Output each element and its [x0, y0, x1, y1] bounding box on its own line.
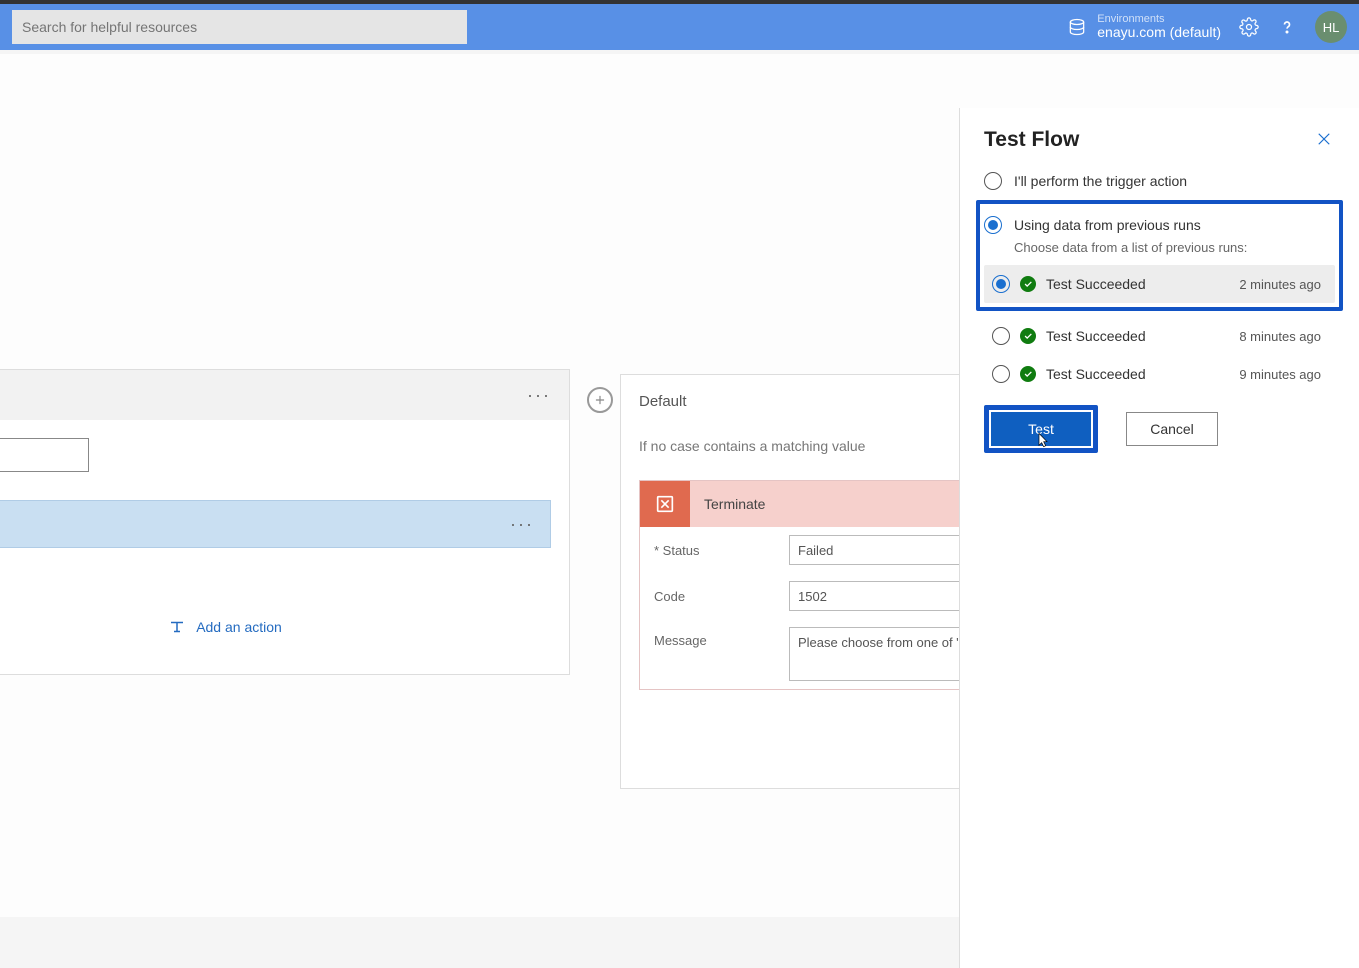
case-value-input[interactable] [0, 438, 89, 472]
avatar-initials: HL [1323, 20, 1340, 35]
message-label: Message [654, 627, 779, 648]
run-row-2[interactable]: Test Succeeded 9 minutes ago [984, 355, 1335, 393]
user-avatar[interactable]: HL [1315, 11, 1347, 43]
action-more-icon[interactable]: ··· [510, 514, 534, 535]
environment-icon [1067, 17, 1087, 37]
run-label: Test Succeeded [1046, 276, 1229, 292]
success-icon [1020, 328, 1036, 344]
option-manual-label: I'll perform the trigger action [1014, 173, 1187, 189]
radio-icon [984, 216, 1002, 234]
status-label: * Status [654, 543, 779, 558]
run-label: Test Succeeded [1046, 366, 1229, 382]
settings-icon[interactable] [1239, 17, 1259, 37]
add-action-icon [168, 618, 186, 636]
add-action-button[interactable]: Add an action [0, 618, 551, 656]
run-time: 2 minutes ago [1239, 277, 1329, 292]
radio-icon [992, 275, 1010, 293]
header-right: Environments enayu.com (default) HL [1067, 11, 1347, 43]
switch-card-body: e a card ··· Add an action [0, 420, 569, 674]
run-time: 9 minutes ago [1239, 367, 1329, 382]
switch-case-card: ··· e a card ··· Add an action [0, 369, 570, 675]
help-icon[interactable] [1277, 17, 1297, 37]
test-flow-panel: Test Flow I'll perform the trigger actio… [959, 108, 1359, 968]
environment-picker[interactable]: Environments enayu.com (default) [1067, 13, 1221, 40]
run-row-0[interactable]: Test Succeeded 2 minutes ago [984, 265, 1335, 303]
option-manual-trigger[interactable]: I'll perform the trigger action [984, 166, 1335, 196]
cancel-button[interactable]: Cancel [1126, 412, 1218, 446]
app-header: Environments enayu.com (default) HL [0, 0, 1359, 50]
add-case-button[interactable] [587, 387, 613, 413]
flow-canvas: ··· e a card ··· Add an action Default I… [0, 54, 1359, 917]
search-input[interactable] [12, 10, 467, 44]
environment-name: enayu.com (default) [1097, 25, 1221, 40]
radio-icon [992, 327, 1010, 345]
run-row-1[interactable]: Test Succeeded 8 minutes ago [984, 317, 1335, 355]
switch-card-header: ··· [0, 370, 569, 420]
environment-text: Environments enayu.com (default) [1097, 13, 1221, 40]
option-previous-runs[interactable]: Using data from previous runs [984, 210, 1335, 240]
panel-buttons: Test Cancel [984, 405, 1335, 453]
radio-icon [984, 172, 1002, 190]
previous-runs-helper: Choose data from a list of previous runs… [1014, 240, 1335, 255]
run-label: Test Succeeded [1046, 328, 1229, 344]
terminate-icon [640, 481, 690, 527]
highlight-previous-runs: Using data from previous runs Choose dat… [976, 200, 1343, 311]
card-more-icon[interactable]: ··· [527, 385, 551, 406]
panel-header: Test Flow [984, 128, 1335, 152]
terminate-title: Terminate [704, 496, 765, 512]
option-previous-label: Using data from previous runs [1014, 217, 1201, 233]
highlight-test-button: Test [984, 405, 1098, 453]
close-icon[interactable] [1315, 130, 1335, 150]
radio-icon [992, 365, 1010, 383]
test-button[interactable]: Test [991, 412, 1091, 446]
code-label: Code [654, 589, 779, 604]
trello-create-card-action[interactable]: e a card ··· [0, 500, 551, 548]
add-action-label: Add an action [196, 619, 282, 635]
run-time: 8 minutes ago [1239, 329, 1329, 344]
plus-icon [593, 393, 607, 407]
success-icon [1020, 366, 1036, 382]
panel-title: Test Flow [984, 128, 1079, 152]
success-icon [1020, 276, 1036, 292]
